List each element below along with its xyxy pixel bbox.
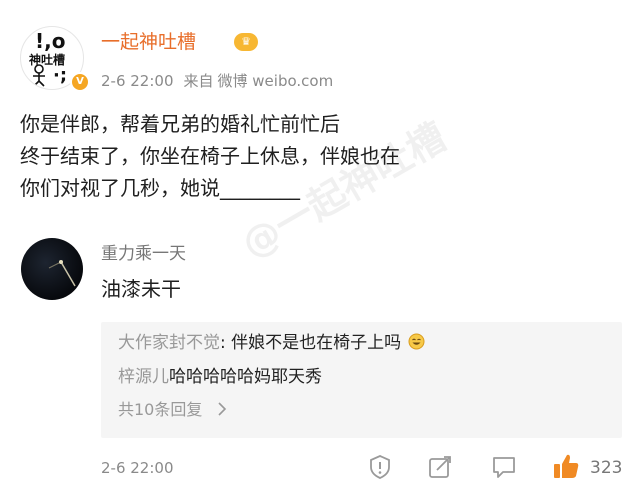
cartoon-figure-icon <box>33 64 45 87</box>
more-replies-link[interactable]: 共10条回复 <box>118 399 227 421</box>
avatar-text-line1: !,o <box>35 29 66 53</box>
more-replies-label: 共10条回复 <box>118 400 203 419</box>
verified-badge-icon: V <box>70 72 90 92</box>
commenter-avatar[interactable] <box>21 238 83 300</box>
reply-text: 哈哈哈哈哈妈耶天秀 <box>169 367 322 387</box>
exclamation-shield-icon[interactable] <box>366 453 394 481</box>
laughing-emoji-icon <box>408 333 425 350</box>
reply-text: 伴娘不是也在椅子上吗 <box>231 333 402 353</box>
share-edit-icon[interactable] <box>426 453 454 481</box>
comment-bubble-icon[interactable] <box>490 453 518 481</box>
like-count: 323 <box>590 458 623 478</box>
thumbs-up-icon[interactable] <box>551 451 581 481</box>
comment-text: 油漆未干 <box>101 277 181 301</box>
comment-timestamp: 2-6 22:00 <box>101 459 174 477</box>
reply-author[interactable]: 大作家封不觉 <box>118 333 220 353</box>
reply-author[interactable]: 梓源儿 <box>118 367 169 387</box>
post-source[interactable]: 微博 weibo.com <box>218 72 334 90</box>
reply-item[interactable]: 梓源儿哈哈哈哈哈妈耶天秀 <box>118 366 322 388</box>
rocket-streak-icon <box>48 260 76 287</box>
crown-badge-icon[interactable]: ♛ <box>234 33 258 51</box>
reply-box[interactable]: 大作家封不觉: 伴娘不是也在椅子上吗 梓源儿哈哈哈哈哈妈耶天秀 共10条回复 <box>101 322 622 438</box>
reply-item[interactable]: 大作家封不觉: 伴娘不是也在椅子上吗 <box>118 332 425 354</box>
post-timestamp: 2-6 22:00 <box>101 72 174 90</box>
chevron-right-icon <box>218 402 227 416</box>
post-author-name[interactable]: 一起神吐槽 <box>101 30 196 54</box>
avatar-text-line3: ·; <box>53 65 68 86</box>
reply-separator: : <box>220 333 232 353</box>
post-source-prefix: 来自 <box>183 72 214 90</box>
post-meta: 2-6 22:00 来自 微博 weibo.com <box>101 71 343 91</box>
comment-author-name[interactable]: 重力乘一天 <box>101 243 186 265</box>
